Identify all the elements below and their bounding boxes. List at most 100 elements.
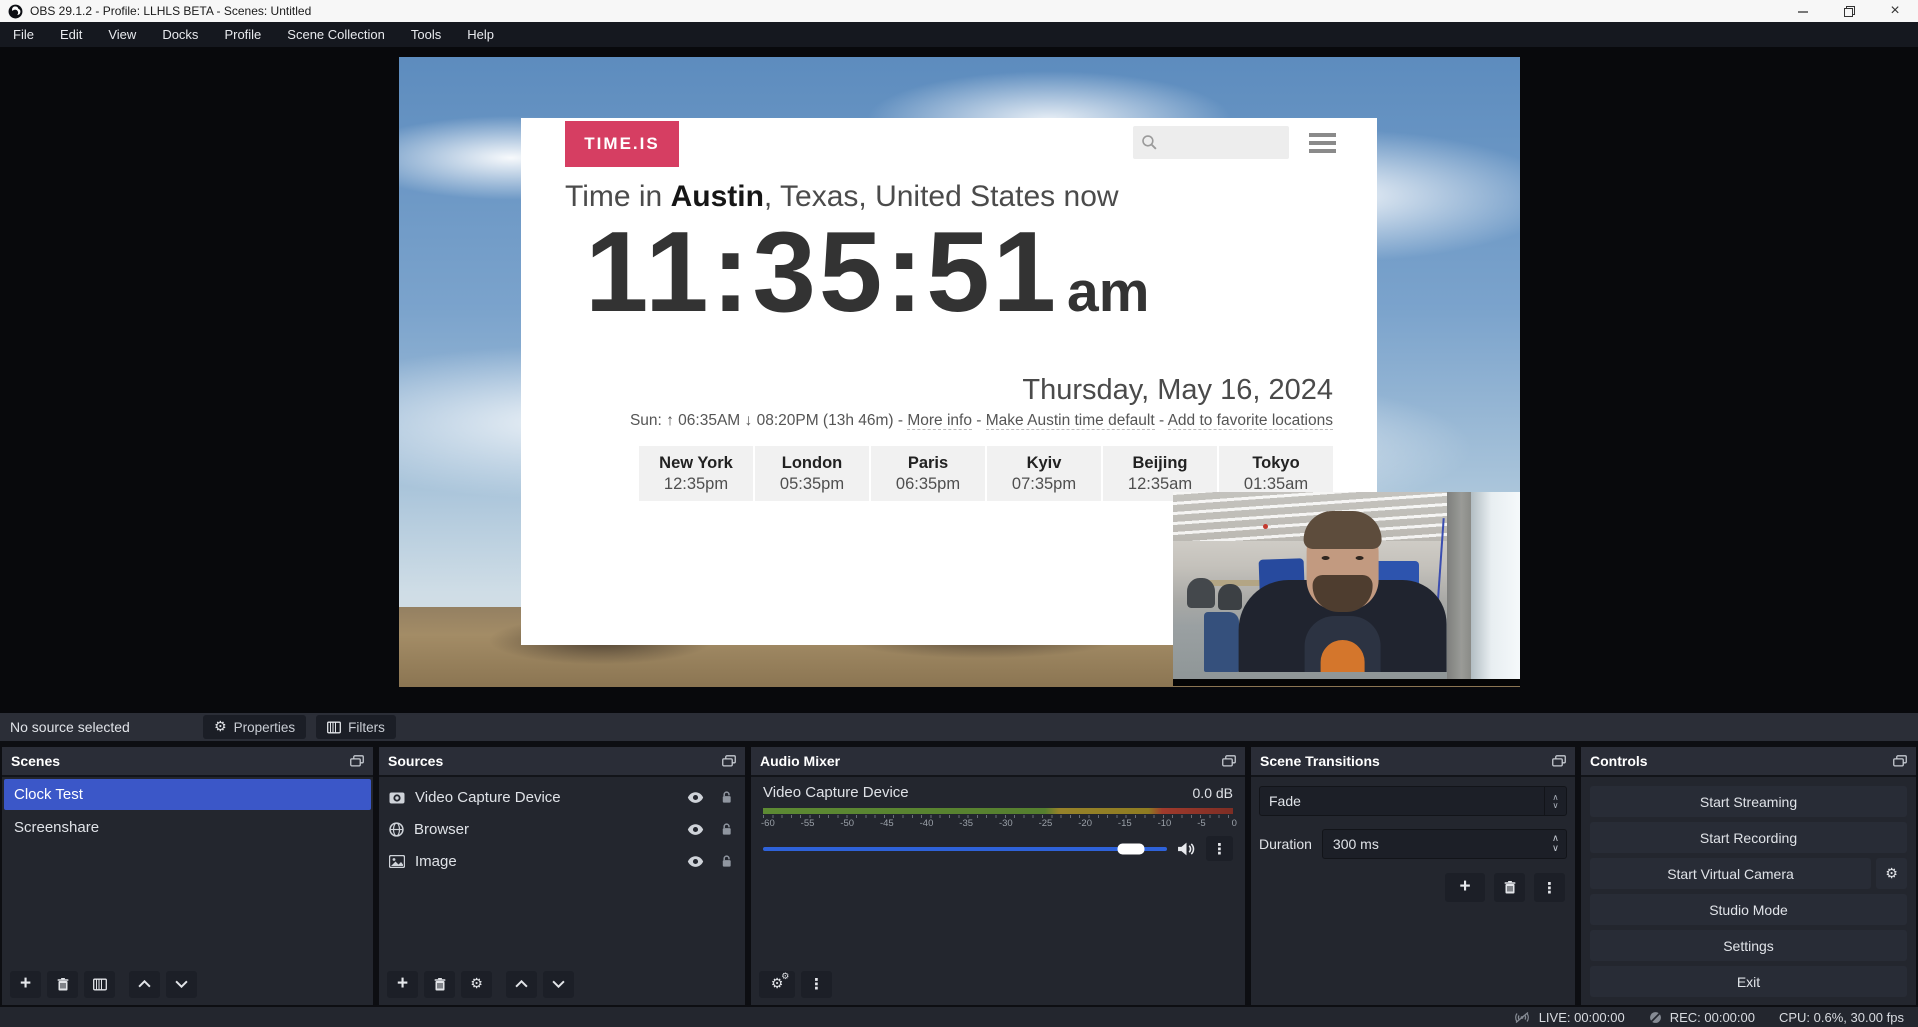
transition-select[interactable]: Fade ∧∨ [1259,786,1567,816]
filters-button[interactable]: Filters [316,715,396,739]
person [1232,510,1452,672]
city-london: London05:35pm [755,446,869,501]
move-source-down-button[interactable] [543,971,574,998]
webcam-office-scene [1173,492,1520,679]
source-properties-button[interactable]: ⚙ [461,971,492,998]
source-row-image[interactable]: Image [379,846,745,876]
add-scene-button[interactable]: + [10,971,41,998]
menu-docks[interactable]: Docks [149,22,211,47]
menu-profile[interactable]: Profile [211,22,274,47]
exit-button[interactable]: Exit [1590,966,1907,997]
person-eye [1321,556,1329,560]
speaker-icon[interactable] [1177,841,1196,857]
window-titlebar: OBS 29.1.2 - Profile: LLHLS BETA - Scene… [0,0,1918,22]
city-new-york: New York12:35pm [639,446,753,501]
advanced-audio-button[interactable]: ⚙⚙ [759,971,795,998]
popout-icon[interactable] [350,755,364,767]
plus-icon: + [1459,877,1470,896]
volume-slider[interactable] [763,847,1167,851]
transitions-panel-title: Scene Transitions [1260,753,1380,769]
trash-icon [57,978,69,991]
popout-icon[interactable] [1222,755,1236,767]
mixer-level-db: 0.0 dB [1193,785,1233,801]
lock-open-icon[interactable] [720,790,733,804]
more-info-link: More info [907,412,972,430]
menu-scene-collection[interactable]: Scene Collection [274,22,398,47]
source-status-text: No source selected [10,719,203,735]
broadcast-inactive-icon [1513,1011,1531,1024]
popout-icon[interactable] [1893,755,1907,767]
sources-panel-title: Sources [388,753,443,769]
plus-icon: + [20,974,31,993]
filter-icon [93,978,107,991]
minimize-icon [1798,6,1808,16]
remove-source-button[interactable] [424,971,455,998]
menu-tools[interactable]: Tools [398,22,454,47]
duration-input[interactable]: 300 ms ∧∨ [1322,829,1567,859]
video-canvas[interactable]: TIME.IS Time in Austin, Texas, United St… [399,57,1520,687]
add-source-button[interactable]: + [387,971,418,998]
transition-properties-button[interactable]: ⋮ [1534,873,1565,902]
audio-mixer-panel: Audio Mixer Video Capture Device 0.0 dB … [751,747,1245,1005]
move-source-up-button[interactable] [506,971,537,998]
scene-transitions-panel: Scene Transitions Fade ∧∨ Duration 300 m… [1251,747,1575,1005]
start-recording-button[interactable]: Start Recording [1590,822,1907,853]
preview-area: TIME.IS Time in Austin, Texas, United St… [0,47,1918,713]
visibility-eye-icon[interactable] [687,791,704,804]
obs-logo-icon [8,4,23,19]
studio-mode-button[interactable]: Studio Mode [1590,894,1907,925]
controls-panel-title: Controls [1590,753,1648,769]
camera-icon [389,790,405,804]
menu-bar: File Edit View Docks Profile Scene Colle… [0,22,1918,47]
move-scene-down-button[interactable] [166,971,197,998]
popout-icon[interactable] [1552,755,1566,767]
remove-scene-button[interactable] [47,971,78,998]
meter-tick-labels: -60-55-50-45-40-35-30-25-20-15-10-50 [761,818,1237,829]
add-favorite-link: Add to favorite locations [1168,412,1333,430]
volume-slider-handle[interactable] [1117,843,1144,854]
status-bar: LIVE: 00:00:00 REC: 00:00:00 CPU: 0.6%, … [0,1007,1918,1027]
lock-open-icon[interactable] [720,822,733,836]
lock-open-icon[interactable] [720,854,733,868]
menu-help[interactable]: Help [454,22,507,47]
visibility-eye-icon[interactable] [687,855,704,868]
move-scene-up-button[interactable] [129,971,160,998]
maximize-button[interactable] [1826,0,1872,22]
scene-filters-button[interactable] [84,971,115,998]
settings-button[interactable]: Settings [1590,930,1907,961]
kebab-icon: ⋮ [1542,879,1557,897]
globe-icon [389,822,404,837]
menu-edit[interactable]: Edit [47,22,95,47]
start-streaming-button[interactable]: Start Streaming [1590,786,1907,817]
person-hair [1303,511,1381,549]
minimize-button[interactable] [1780,0,1826,22]
popout-icon[interactable] [722,755,736,767]
kebab-icon: ⋮ [1212,840,1227,858]
scenes-panel-title: Scenes [11,753,60,769]
live-status: LIVE: 00:00:00 [1513,1010,1625,1025]
scene-item-clock-test[interactable]: Clock Test [4,779,371,810]
filter-icon [327,721,341,734]
mixer-menu-button[interactable]: ⋮ [801,971,832,998]
mixer-channel-menu-button[interactable]: ⋮ [1206,836,1233,861]
rec-status: REC: 00:00:00 [1649,1010,1755,1025]
double-gear-icon: ⚙⚙ [771,977,784,991]
virtual-camera-config-button[interactable]: ⚙ [1876,858,1907,889]
combo-arrows-icon: ∧∨ [1544,787,1566,815]
record-inactive-icon [1649,1011,1662,1024]
source-row-video-capture[interactable]: Video Capture Device [379,782,745,812]
remove-transition-button[interactable] [1494,873,1525,902]
menu-view[interactable]: View [95,22,149,47]
menu-file[interactable]: File [0,22,47,47]
scene-item-screenshare[interactable]: Screenshare [4,812,371,843]
chevron-down-icon [552,980,565,988]
trash-icon [1504,881,1516,894]
source-row-browser[interactable]: Browser [379,814,745,844]
close-button[interactable]: × [1872,0,1918,22]
start-virtual-camera-button[interactable]: Start Virtual Camera [1590,858,1871,889]
duration-label: Duration [1259,836,1312,852]
add-transition-button[interactable]: + [1445,873,1485,902]
properties-button[interactable]: ⚙ Properties [203,715,306,739]
spinner-arrows-icon[interactable]: ∧∨ [1552,835,1559,853]
visibility-eye-icon[interactable] [687,823,704,836]
